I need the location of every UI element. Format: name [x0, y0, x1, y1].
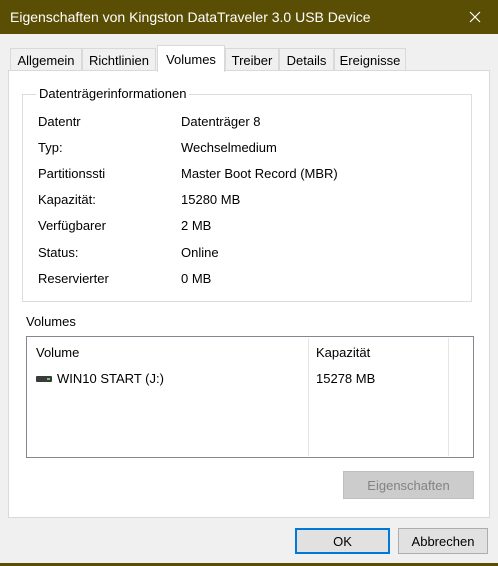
capacity-label: Kapazität: [38, 192, 96, 207]
capacity-value: 15280 MB [181, 192, 241, 207]
tab-volumes[interactable]: Volumes [157, 45, 225, 72]
volumes-section-title: Volumes [26, 314, 76, 329]
column-header-capacity[interactable]: Kapazität [316, 345, 370, 360]
close-icon [469, 11, 481, 23]
volume-name: WIN10 START (J:) [57, 371, 164, 386]
column-header-volume[interactable]: Volume [36, 345, 79, 360]
type-label: Typ: [38, 140, 63, 155]
disk-label: Datentr [38, 114, 81, 129]
volumes-list[interactable] [26, 336, 474, 458]
reserved-value: 0 MB [181, 271, 212, 286]
tab-richtlinien[interactable]: Richtlinien [82, 48, 156, 71]
partition-style-label: Partitionssti [38, 166, 106, 181]
cancel-button[interactable]: Abbrechen [398, 528, 488, 554]
title-bar: Eigenschaften von Kingston DataTraveler … [0, 0, 498, 34]
partition-style-value: Master Boot Record (MBR) [181, 166, 338, 181]
window-title: Eigenschaften von Kingston DataTraveler … [10, 9, 371, 25]
disk-info-title: Datenträgerinformationen [36, 86, 190, 101]
free-space-value: 2 MB [181, 218, 212, 233]
close-window-button[interactable] [452, 0, 498, 34]
tab-allgemein[interactable]: Allgemein [10, 48, 82, 71]
properties-button[interactable]: Eigenschaften [343, 471, 474, 499]
free-space-label: Verfügbarer [38, 218, 106, 233]
column-divider[interactable] [308, 338, 309, 456]
tab-ereignisse[interactable]: Ereignisse [334, 48, 406, 71]
tab-details[interactable]: Details [279, 48, 334, 71]
type-value: Wechselmedium [181, 140, 277, 155]
usb-drive-icon [36, 376, 52, 382]
disk-value: Datenträger 8 [181, 114, 261, 129]
tab-treiber[interactable]: Treiber [225, 48, 279, 71]
status-value: Online [181, 245, 219, 260]
ok-button[interactable]: OK [295, 528, 390, 554]
column-divider[interactable] [448, 338, 449, 456]
reserved-label: Reservierter [38, 271, 109, 286]
volume-capacity: 15278 MB [316, 371, 376, 386]
status-label: Status: [38, 245, 79, 260]
